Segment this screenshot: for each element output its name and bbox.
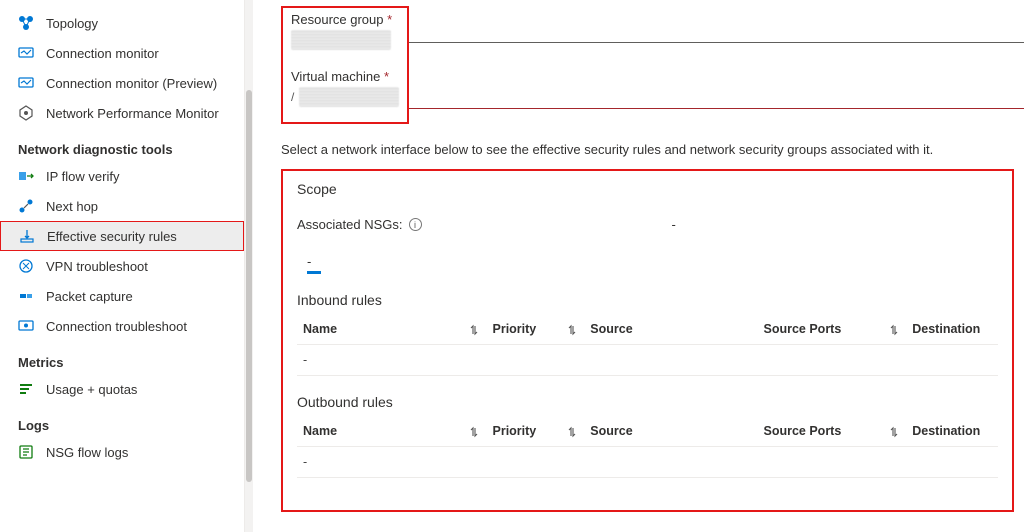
col-name[interactable]: Name <box>297 418 460 447</box>
interface-placeholder-dash: - <box>297 254 998 269</box>
sidebar: Topology Connection monitor Connection m… <box>0 0 245 532</box>
col-name-sort[interactable] <box>460 418 486 447</box>
help-text: Select a network interface below to see … <box>281 142 1014 157</box>
monitor-icon <box>18 75 34 91</box>
sidebar-item-topology[interactable]: Topology <box>0 8 244 38</box>
sidebar-item-nsg-flow-logs[interactable]: NSG flow logs <box>0 437 244 467</box>
usage-icon <box>18 381 34 397</box>
col-priority-sort[interactable] <box>558 316 584 345</box>
vm-value-prefix: / <box>291 90 294 104</box>
sidebar-item-label: IP flow verify <box>46 169 119 184</box>
sort-icon <box>468 324 480 336</box>
virtual-machine-input[interactable]: / <box>291 86 399 108</box>
monitor-icon <box>18 45 34 61</box>
scope-panel: Scope Associated NSGs: i - - Inbound rul… <box>281 169 1014 512</box>
inbound-rules-table: Name Priority Source Source Ports Destin… <box>297 316 998 376</box>
sort-icon <box>566 324 578 336</box>
ipflow-icon <box>18 168 34 184</box>
col-name-sort[interactable] <box>460 316 486 345</box>
main-pane: Resource group * Virtual machine * / Sel… <box>253 0 1024 532</box>
sidebar-item-packet-capture[interactable]: Packet capture <box>0 281 244 311</box>
sidebar-item-ip-flow-verify[interactable]: IP flow verify <box>0 161 244 191</box>
sidebar-item-npm[interactable]: Network Performance Monitor <box>0 98 244 128</box>
npm-icon <box>18 105 34 121</box>
sidebar-item-connection-monitor-preview[interactable]: Connection monitor (Preview) <box>0 68 244 98</box>
outbound-rules-table: Name Priority Source Source Ports Destin… <box>297 418 998 478</box>
resource-group-input[interactable] <box>291 29 399 51</box>
col-source-ports[interactable]: Source Ports <box>758 316 880 345</box>
sidebar-item-label: Topology <box>46 16 98 31</box>
sidebar-item-label: Connection troubleshoot <box>46 319 187 334</box>
info-icon[interactable]: i <box>409 218 422 231</box>
col-priority[interactable]: Priority <box>487 418 558 447</box>
sidebar-item-connection-troubleshoot[interactable]: Connection troubleshoot <box>0 311 244 341</box>
sidebar-item-label: Next hop <box>46 199 98 214</box>
scope-title: Scope <box>297 181 998 197</box>
vpn-icon <box>18 258 34 274</box>
sidebar-item-label: Connection monitor <box>46 46 159 61</box>
section-header-metrics: Metrics <box>0 341 244 374</box>
sidebar-item-label: VPN troubleshoot <box>46 259 148 274</box>
sort-icon <box>468 426 480 438</box>
col-source-ports-sort[interactable] <box>880 418 906 447</box>
sidebar-item-effective-security-rules[interactable]: Effective security rules <box>0 221 244 251</box>
sort-icon <box>888 324 900 336</box>
sidebar-item-label: Network Performance Monitor <box>46 106 219 121</box>
effective-rules-icon <box>19 228 35 244</box>
redacted-value <box>291 30 391 50</box>
redacted-value <box>299 87 399 107</box>
sort-icon <box>888 426 900 438</box>
sort-icon <box>566 426 578 438</box>
table-row: - <box>297 447 998 478</box>
form-highlight-box: Resource group * Virtual machine * / <box>281 6 409 124</box>
sidebar-scrollbar[interactable] <box>245 0 253 532</box>
connection-troubleshoot-icon <box>18 318 34 334</box>
col-source-ports[interactable]: Source Ports <box>758 418 880 447</box>
nexthop-icon <box>18 198 34 214</box>
col-name[interactable]: Name <box>297 316 460 345</box>
col-source[interactable]: Source <box>584 316 757 345</box>
selection-indicator <box>307 271 321 274</box>
table-row: - <box>297 345 998 376</box>
col-priority[interactable]: Priority <box>487 316 558 345</box>
sidebar-item-vpn-troubleshoot[interactable]: VPN troubleshoot <box>0 251 244 281</box>
sidebar-item-label: NSG flow logs <box>46 445 128 460</box>
scroll-thumb[interactable] <box>246 90 252 482</box>
associated-nsgs-value: - <box>672 217 676 232</box>
virtual-machine-label: Virtual machine * <box>291 69 399 84</box>
sidebar-item-label: Usage + quotas <box>46 382 137 397</box>
associated-nsgs-row: Associated NSGs: i - <box>297 217 998 232</box>
sidebar-item-label: Effective security rules <box>47 229 177 244</box>
topology-icon <box>18 15 34 31</box>
nsg-flow-icon <box>18 444 34 460</box>
packet-capture-icon <box>18 288 34 304</box>
sidebar-item-next-hop[interactable]: Next hop <box>0 191 244 221</box>
empty-row: - <box>297 447 998 478</box>
sidebar-item-usage-quotas[interactable]: Usage + quotas <box>0 374 244 404</box>
section-header-logs: Logs <box>0 404 244 437</box>
col-destination[interactable]: Destination <box>906 316 998 345</box>
outbound-rules-title: Outbound rules <box>297 394 998 410</box>
col-destination[interactable]: Destination <box>906 418 998 447</box>
section-header-diagnostic: Network diagnostic tools <box>0 128 244 161</box>
associated-nsgs-label: Associated NSGs: <box>297 217 403 232</box>
sidebar-item-label: Connection monitor (Preview) <box>46 76 217 91</box>
sidebar-item-connection-monitor[interactable]: Connection monitor <box>0 38 244 68</box>
resource-group-label: Resource group * <box>291 12 399 27</box>
sidebar-item-label: Packet capture <box>46 289 133 304</box>
inbound-rules-title: Inbound rules <box>297 292 998 308</box>
col-source[interactable]: Source <box>584 418 757 447</box>
col-priority-sort[interactable] <box>558 418 584 447</box>
col-source-ports-sort[interactable] <box>880 316 906 345</box>
empty-row: - <box>297 345 998 376</box>
